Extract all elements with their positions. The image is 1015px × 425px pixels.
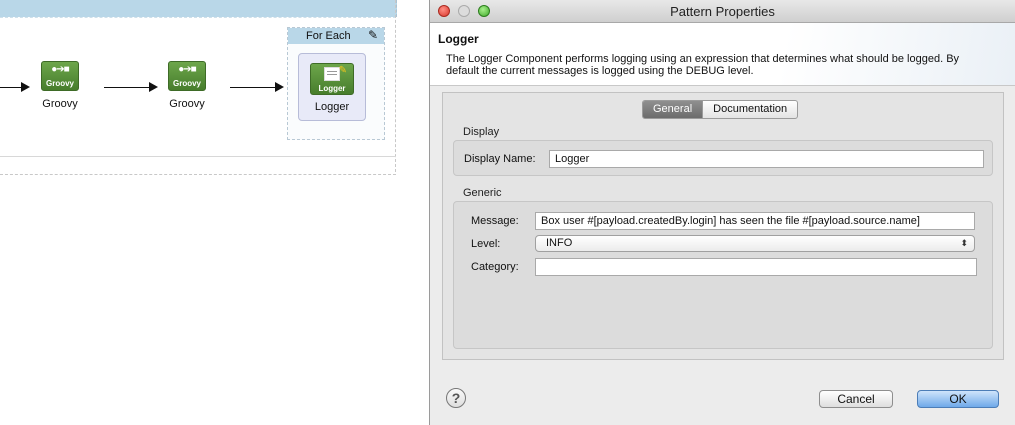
message-field[interactable]: [535, 212, 975, 230]
select-arrows-icon: ⬍: [960, 238, 968, 248]
ok-button[interactable]: OK: [917, 390, 999, 408]
pencil-icon: ✎: [338, 65, 347, 76]
node-label: Groovy: [169, 98, 205, 110]
foreach-scope[interactable]: For Each ✎ ✎ Logger Logger: [287, 27, 385, 140]
logger-node[interactable]: ✎ Logger Logger: [298, 53, 366, 121]
generic-group: Message: Level: INFO ⬍ Category:: [453, 201, 993, 349]
tab-general[interactable]: General: [643, 101, 703, 118]
tab-bar: General Documentation: [642, 100, 799, 119]
logger-icon-caption: Logger: [318, 84, 346, 93]
display-name-field[interactable]: [549, 150, 984, 168]
window-titlebar: Pattern Properties: [430, 0, 1015, 23]
pattern-properties-dialog: Pattern Properties Logger The Logger Com…: [429, 0, 1015, 425]
level-label: Level:: [471, 238, 501, 250]
component-name: Logger: [438, 32, 479, 46]
properties-panel: General Documentation Display Display Na…: [442, 92, 1004, 360]
document-icon: [324, 67, 340, 81]
category-field[interactable]: [535, 258, 977, 276]
display-name-label: Display Name:: [464, 153, 536, 165]
flow-arrow: [0, 82, 30, 92]
help-button[interactable]: ?: [446, 388, 466, 408]
category-label: Category:: [471, 261, 519, 273]
message-label: Message:: [471, 215, 519, 227]
flow-header-border: [0, 17, 396, 18]
logger-icon: ✎ Logger: [310, 63, 354, 95]
node-icon-caption: Groovy: [45, 79, 74, 88]
generic-group-title: Generic: [463, 187, 502, 199]
node-icon-caption: Groovy: [172, 79, 201, 88]
node-label: Groovy: [42, 98, 78, 110]
groovy-symbol-icon: ●➔■: [51, 64, 69, 75]
tab-documentation[interactable]: Documentation: [702, 101, 797, 118]
dialog-header: Logger The Logger Component performs log…: [430, 23, 1015, 86]
flow-arrow: [230, 82, 284, 92]
edit-icon[interactable]: ✎: [368, 28, 378, 42]
component-description: The Logger Component performs logging us…: [446, 53, 960, 77]
flow-header-bar: [0, 0, 397, 17]
flow-canvas[interactable]: ●➔■ Groovy Groovy ●➔■ Groovy Groovy For …: [0, 0, 400, 425]
display-group-title: Display: [463, 126, 500, 138]
flow-arrow: [104, 82, 158, 92]
window-title: Pattern Properties: [670, 4, 775, 19]
groovy-symbol-icon: ●➔■: [178, 64, 196, 75]
flow-divider: [0, 156, 396, 157]
foreach-title: For Each: [306, 30, 351, 42]
foreach-header: For Each ✎: [288, 28, 384, 44]
flow-bottom-border: [0, 174, 396, 175]
level-select[interactable]: INFO ⬍: [535, 235, 975, 252]
display-group: Display Name:: [453, 140, 993, 176]
groovy-node-icon[interactable]: ●➔■ Groovy: [168, 61, 206, 91]
flow-right-border: [395, 0, 396, 172]
logger-node-label: Logger: [314, 101, 350, 113]
cancel-button[interactable]: Cancel: [819, 390, 893, 408]
level-selected-value: INFO: [546, 237, 573, 249]
groovy-node-icon[interactable]: ●➔■ Groovy: [41, 61, 79, 91]
